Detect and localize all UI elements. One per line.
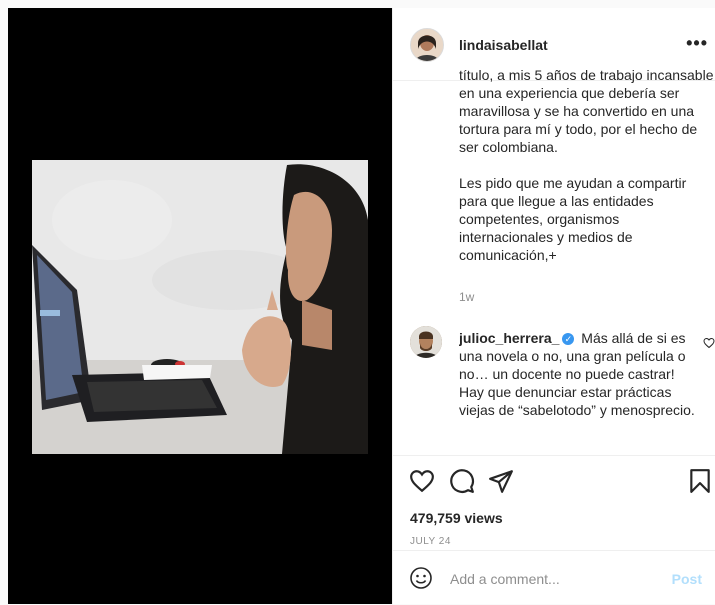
comment-icon[interactable]: [449, 468, 475, 494]
heart-icon[interactable]: [409, 468, 435, 494]
comment-input[interactable]: Add a comment...: [450, 571, 560, 587]
post-date: JULY 24: [410, 536, 451, 547]
post-actions: 479,759 views JULY 24: [393, 455, 715, 551]
view-count[interactable]: 479,759 views: [410, 510, 503, 526]
video-player[interactable]: [8, 8, 392, 604]
share-icon[interactable]: [488, 468, 514, 494]
post-comment-button[interactable]: Post: [672, 571, 702, 587]
comment-item: julioc_herrera_ ✓ Más allá de si es una n…: [459, 329, 699, 454]
post-modal: lindaisabellat ••• título, a mis 5 años …: [8, 8, 715, 604]
video-still-image: [32, 160, 368, 454]
author-username[interactable]: lindaisabellat: [459, 37, 548, 53]
commenter-avatar-image: [410, 326, 442, 358]
video-frame[interactable]: [32, 160, 368, 454]
commenter-avatar[interactable]: [410, 326, 442, 358]
avatar-image: [411, 29, 443, 61]
post-caption: título, a mis 5 años de trabajo incansab…: [459, 67, 714, 263]
verified-badge-icon: ✓: [562, 333, 575, 345]
comment-like-heart-icon[interactable]: [703, 337, 715, 349]
comment-composer: Add a comment... Post: [393, 550, 715, 605]
save-bookmark-icon[interactable]: [689, 468, 711, 494]
more-options-icon[interactable]: •••: [686, 33, 708, 54]
author-avatar[interactable]: [410, 28, 444, 62]
post-details-panel: lindaisabellat ••• título, a mis 5 años …: [392, 8, 715, 604]
commenter-username[interactable]: julioc_herrera_: [459, 330, 559, 346]
caption-timestamp[interactable]: 1w: [459, 290, 474, 304]
emoji-icon[interactable]: [409, 566, 433, 590]
